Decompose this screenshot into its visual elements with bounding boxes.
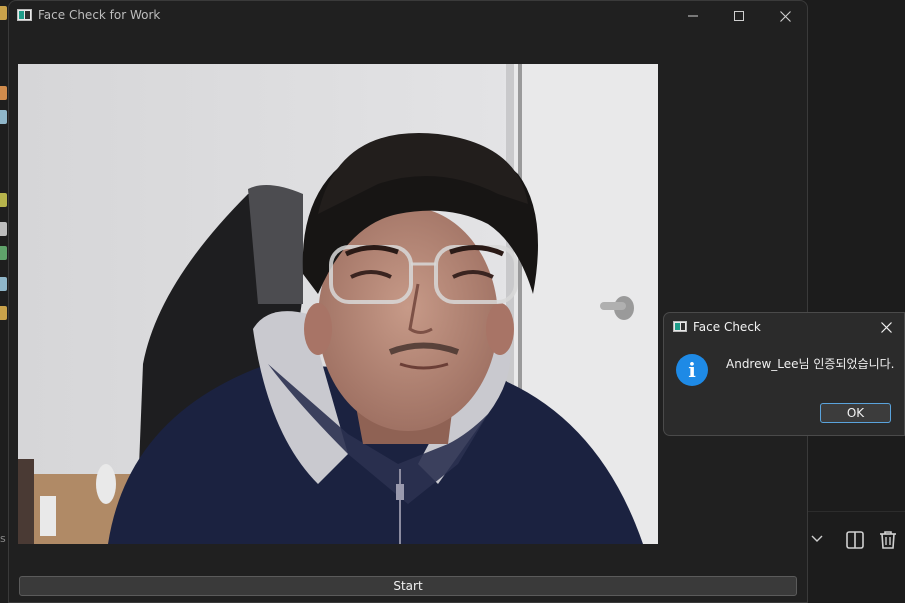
chevron-down-icon[interactable] <box>810 532 824 546</box>
code-fragment <box>0 306 7 320</box>
dialog-titlebar[interactable]: Face Check <box>664 313 904 341</box>
background-panel <box>808 0 905 603</box>
code-fragment <box>0 6 7 20</box>
camera-image <box>18 64 658 544</box>
window-titlebar[interactable]: Face Check for Work <box>9 1 807 31</box>
info-icon: i <box>676 354 708 386</box>
ok-button[interactable]: OK <box>820 403 891 423</box>
face-check-dialog: Face Check i Andrew_Lee님 인증되었습니다. OK <box>663 312 905 436</box>
background-label: s <box>0 532 6 545</box>
code-fragment <box>0 222 7 236</box>
trash-icon[interactable] <box>877 529 899 551</box>
start-button[interactable]: Start <box>19 576 797 596</box>
app-icon <box>673 321 687 332</box>
code-fragment <box>0 86 7 100</box>
close-button[interactable] <box>762 1 808 31</box>
maximize-button[interactable] <box>716 1 762 31</box>
main-window: Face Check for Work Start <box>8 0 808 603</box>
code-fragment <box>0 110 7 124</box>
code-fragment <box>0 246 7 260</box>
dialog-title: Face Check <box>693 320 761 334</box>
minimize-icon <box>688 15 698 17</box>
close-icon <box>880 321 892 333</box>
code-fragment <box>0 193 7 207</box>
code-fragment <box>0 277 7 291</box>
split-editor-icon[interactable] <box>844 529 866 551</box>
app-icon <box>17 9 32 21</box>
maximize-icon <box>734 11 744 21</box>
dialog-message: Andrew_Lee님 인증되었습니다. <box>726 357 895 371</box>
close-icon <box>779 10 791 22</box>
window-title: Face Check for Work <box>38 8 161 22</box>
dialog-close-button[interactable] <box>874 317 898 337</box>
camera-feed <box>18 64 658 544</box>
background-divider <box>808 511 905 512</box>
minimize-button[interactable] <box>670 1 716 31</box>
